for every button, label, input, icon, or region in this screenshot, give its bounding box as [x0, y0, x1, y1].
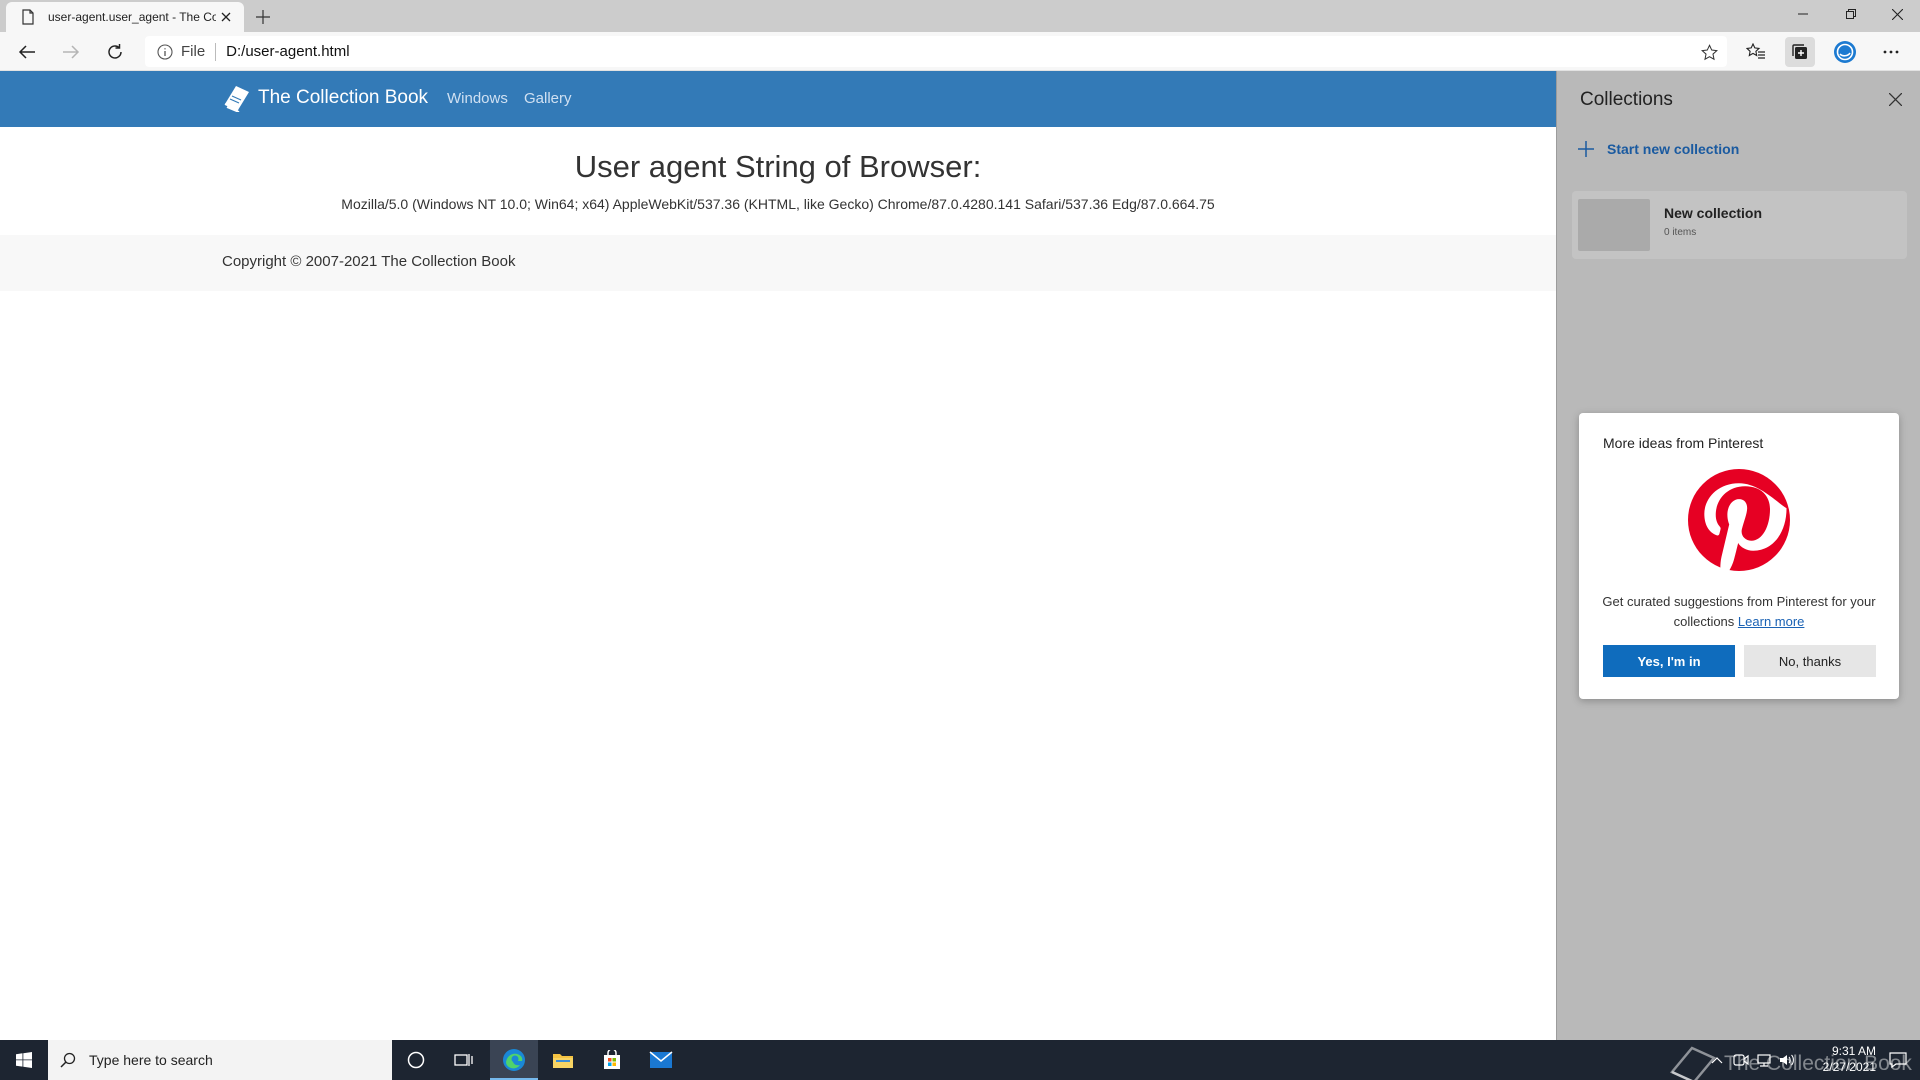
favorites-icon[interactable]	[1741, 37, 1771, 67]
back-icon[interactable]	[12, 37, 42, 67]
collections-title: Collections	[1580, 89, 1673, 110]
collections-panel: Collections Start new collection New col…	[1556, 71, 1920, 1040]
clock-time: 9:31 AM	[1831, 1044, 1876, 1058]
restore-icon[interactable]	[1828, 0, 1874, 28]
taskbar-search-box[interactable]: Type here to search	[48, 1040, 392, 1080]
address-url[interactable]: D:/user-agent.html	[226, 43, 349, 60]
pinterest-description: Get curated suggestions from Pinterest f…	[1599, 592, 1879, 632]
web-page: The Collection Book Windows Gallery User…	[0, 71, 1556, 1040]
tab-title: user-agent.user_agent - The Coll	[48, 10, 216, 24]
new-tab-icon[interactable]	[252, 6, 274, 28]
collections-close-icon[interactable]	[1883, 87, 1907, 111]
profile-avatar-icon[interactable]	[1830, 37, 1860, 67]
nav-link-gallery[interactable]: Gallery	[524, 90, 572, 107]
mail-icon[interactable]	[637, 1040, 685, 1080]
favorite-star-icon[interactable]	[1699, 42, 1719, 62]
windows-taskbar: Type here to search The Collection Book …	[0, 1040, 1920, 1080]
meet-now-icon[interactable]	[1733, 1052, 1749, 1068]
browser-toolbar: File D:/user-agent.html	[0, 32, 1920, 71]
network-icon[interactable]	[1756, 1052, 1772, 1068]
document-icon	[22, 9, 34, 25]
collection-name: New collection	[1664, 205, 1763, 221]
book-logo-icon	[224, 86, 249, 112]
collection-item-count: 0 items	[1664, 227, 1697, 238]
learn-more-link[interactable]: Learn more	[1738, 614, 1804, 629]
site-navbar: The Collection Book Windows Gallery	[0, 71, 1556, 127]
volume-icon[interactable]	[1779, 1052, 1795, 1068]
search-placeholder: Type here to search	[89, 1052, 213, 1068]
browser-tab[interactable]: user-agent.user_agent - The Coll	[6, 2, 244, 32]
start-new-collection-button[interactable]: Start new collection	[1577, 140, 1739, 158]
page-footer: Copyright © 2007-2021 The Collection Boo…	[0, 235, 1556, 291]
pinterest-dialog-title: More ideas from Pinterest	[1603, 435, 1764, 451]
brand-name: The Collection Book	[258, 87, 429, 108]
pinterest-decline-button[interactable]: No, thanks	[1744, 645, 1876, 677]
address-separator	[215, 42, 217, 61]
search-icon	[60, 1052, 76, 1068]
window-close-icon[interactable]	[1874, 0, 1920, 28]
collection-thumbnail	[1578, 199, 1650, 251]
address-bar[interactable]: File D:/user-agent.html	[145, 36, 1727, 67]
forward-icon[interactable]	[56, 37, 86, 67]
notification-center-icon[interactable]	[1876, 1040, 1920, 1080]
copyright-text: Copyright © 2007-2021 The Collection Boo…	[222, 253, 516, 270]
refresh-icon[interactable]	[100, 37, 130, 67]
system-clock[interactable]: 9:31 AM 2/27/2021	[1800, 1043, 1876, 1075]
pinterest-accept-button[interactable]: Yes, I'm in	[1603, 645, 1735, 677]
nav-link-windows[interactable]: Windows	[447, 90, 508, 107]
more-options-icon[interactable]	[1876, 37, 1906, 67]
pinterest-dialog: More ideas from Pinterest Get curated su…	[1579, 413, 1899, 699]
plus-icon	[1578, 141, 1594, 157]
start-new-collection-label: Start new collection	[1607, 141, 1740, 157]
address-scheme: File	[181, 43, 206, 60]
user-agent-string: Mozilla/5.0 (Windows NT 10.0; Win64; x64…	[341, 196, 1215, 212]
collection-card[interactable]: New collection 0 items	[1572, 191, 1907, 259]
info-icon[interactable]	[157, 43, 173, 60]
edge-browser-icon[interactable]	[490, 1040, 538, 1080]
page-heading: User agent String of Browser:	[574, 149, 982, 184]
pinterest-logo-icon	[1688, 469, 1790, 571]
minimize-icon[interactable]	[1780, 0, 1826, 28]
collections-icon[interactable]	[1785, 37, 1815, 67]
file-explorer-icon[interactable]	[539, 1040, 587, 1080]
microsoft-store-icon[interactable]	[588, 1040, 636, 1080]
site-brand[interactable]: The Collection Book	[222, 84, 428, 112]
cortana-icon[interactable]	[392, 1040, 440, 1080]
show-hidden-icons-chevron-icon[interactable]	[1709, 1052, 1725, 1068]
windows-start-icon[interactable]	[0, 1040, 48, 1080]
clock-date: 2/27/2021	[1822, 1060, 1876, 1074]
task-view-icon[interactable]	[440, 1040, 488, 1080]
title-bar: user-agent.user_agent - The Coll	[0, 0, 1920, 32]
tab-close-icon[interactable]	[216, 7, 236, 27]
